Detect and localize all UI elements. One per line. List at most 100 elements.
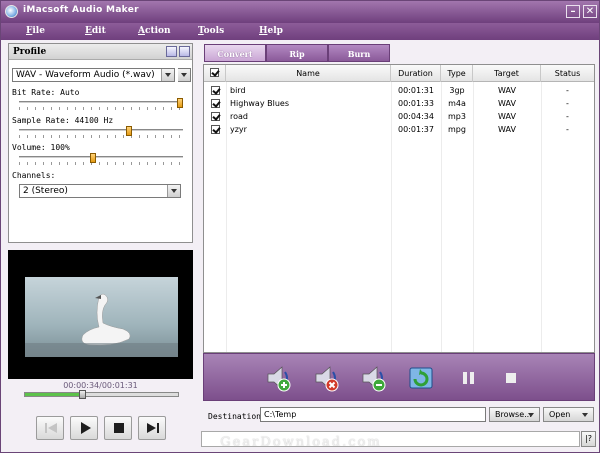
- speaker-delete-icon: [315, 366, 339, 392]
- speaker-add-icon: [267, 366, 291, 392]
- playback-time: 00:00:34/00:01:31: [63, 381, 138, 390]
- mode-tabs: Convert Rip Burn: [201, 43, 599, 63]
- menu-file[interactable]: File: [26, 26, 45, 36]
- video-frame: [25, 277, 178, 357]
- row-duration: 00:01:37: [398, 125, 434, 134]
- tab-burn[interactable]: Burn: [328, 44, 390, 62]
- row-type: m4a: [448, 99, 466, 108]
- pause-button[interactable]: [454, 363, 484, 393]
- row-checkbox[interactable]: [211, 99, 220, 108]
- tab-rip[interactable]: Rip: [266, 44, 328, 62]
- close-button[interactable]: ✕: [583, 5, 597, 18]
- remove-file-button[interactable]: [312, 363, 342, 393]
- skip-back-icon: [45, 423, 57, 433]
- bit-rate-ticks: [19, 107, 183, 110]
- row-target: WAV: [498, 86, 516, 95]
- row-target: WAV: [498, 125, 516, 134]
- watermark: GearDownload.com: [220, 435, 382, 450]
- browse-button[interactable]: Browse...: [489, 407, 540, 422]
- file-list: Name Duration Type Target Status bird 00…: [203, 64, 595, 353]
- chevron-down-icon: [161, 69, 174, 81]
- profile-panel: Profile WAV - Waveform Audio (*.wav) Bit…: [8, 43, 193, 243]
- row-status: -: [566, 99, 569, 108]
- stop-convert-button[interactable]: [496, 363, 526, 393]
- swan-picture: [25, 293, 178, 357]
- row-checkbox[interactable]: [211, 86, 220, 95]
- bit-rate-label: Bit Rate: Auto: [12, 88, 80, 97]
- column-header-target[interactable]: Target: [473, 65, 541, 82]
- column-header-name[interactable]: Name: [226, 65, 391, 82]
- skip-forward-icon: [147, 423, 159, 433]
- format-select[interactable]: WAV - Waveform Audio (*.wav): [12, 68, 175, 82]
- format-options-button[interactable]: [178, 68, 191, 82]
- seek-progress: [25, 393, 82, 396]
- open-button[interactable]: Open: [543, 407, 594, 422]
- row-name: road: [230, 112, 248, 121]
- video-preview: [8, 250, 193, 379]
- menu-edit[interactable]: Edit: [85, 26, 106, 36]
- channels-select[interactable]: 2 (Stereo): [19, 184, 181, 198]
- format-value: WAV - Waveform Audio (*.wav): [16, 70, 155, 80]
- sample-rate-label: Sample Rate: 44100 Hz: [12, 116, 114, 125]
- sample-rate-slider-thumb[interactable]: [126, 126, 133, 136]
- row-type: mp3: [448, 112, 466, 121]
- channels-value: 2 (Stereo): [23, 186, 68, 196]
- table-row[interactable]: bird 00:01:31 3gp WAV -: [204, 84, 594, 97]
- row-checkbox[interactable]: [211, 125, 220, 134]
- action-toolbar: [203, 353, 595, 401]
- row-status: -: [566, 86, 569, 95]
- table-row[interactable]: road 00:04:34 mp3 WAV -: [204, 110, 594, 123]
- row-name: bird: [230, 86, 246, 95]
- menu-tools[interactable]: Tools: [198, 26, 224, 36]
- seek-thumb[interactable]: [78, 390, 86, 399]
- row-status: -: [566, 125, 569, 134]
- volume-label: Volume: 100%: [12, 143, 70, 152]
- minimize-button[interactable]: –: [566, 5, 580, 18]
- table-row[interactable]: yzyr 00:01:37 mpg WAV -: [204, 123, 594, 136]
- select-all-cell: [204, 65, 226, 82]
- row-status: -: [566, 112, 569, 121]
- bit-rate-slider-thumb[interactable]: [177, 98, 183, 108]
- pause-icon: [463, 372, 474, 384]
- profile-title: Profile: [13, 47, 47, 57]
- volume-slider-track[interactable]: [19, 156, 183, 159]
- menu-help[interactable]: Help: [259, 26, 283, 36]
- row-name: yzyr: [230, 125, 247, 134]
- row-type: 3gp: [449, 86, 465, 95]
- row-target: WAV: [498, 112, 516, 121]
- column-header-type[interactable]: Type: [441, 65, 473, 82]
- file-list-header: Name Duration Type Target Status: [204, 65, 594, 82]
- row-duration: 00:04:34: [398, 112, 434, 121]
- row-checkbox[interactable]: [211, 112, 220, 121]
- convert-button[interactable]: [407, 363, 437, 393]
- row-name: Highway Blues: [230, 99, 289, 108]
- play-icon: [81, 422, 91, 434]
- row-duration: 00:01:33: [398, 99, 434, 108]
- window-title: iMacsoft Audio Maker: [23, 5, 139, 15]
- add-file-button[interactable]: [264, 363, 294, 393]
- volume-slider-thumb[interactable]: [90, 153, 97, 163]
- menu-action[interactable]: Action: [138, 26, 171, 36]
- volume-ticks: [19, 162, 183, 165]
- destination-label: Destination:: [208, 412, 266, 421]
- seek-bar[interactable]: [24, 390, 179, 399]
- stop-icon: [506, 373, 516, 383]
- menu-bar: File Edit Action Tools Help: [1, 23, 599, 40]
- speaker-minus-icon: [362, 366, 386, 392]
- sample-rate-ticks: [19, 135, 183, 138]
- stop-icon: [114, 423, 124, 433]
- select-all-checkbox[interactable]: [210, 68, 219, 77]
- column-header-status[interactable]: Status: [541, 65, 594, 82]
- sample-rate-slider-track[interactable]: [19, 129, 183, 132]
- row-duration: 00:01:31: [398, 86, 434, 95]
- clear-list-button[interactable]: [359, 363, 389, 393]
- column-header-duration[interactable]: Duration: [391, 65, 441, 82]
- table-row[interactable]: Highway Blues 00:01:33 m4a WAV -: [204, 97, 594, 110]
- title-bar: iMacsoft Audio Maker – ✕: [1, 1, 599, 23]
- tab-convert[interactable]: Convert: [204, 44, 266, 62]
- destination-input[interactable]: C:\Temp: [260, 407, 486, 422]
- profile-list-icon[interactable]: [166, 46, 177, 57]
- chevron-down-icon: [178, 69, 190, 81]
- profile-edit-icon[interactable]: [179, 46, 190, 57]
- bit-rate-slider-track[interactable]: [19, 101, 183, 104]
